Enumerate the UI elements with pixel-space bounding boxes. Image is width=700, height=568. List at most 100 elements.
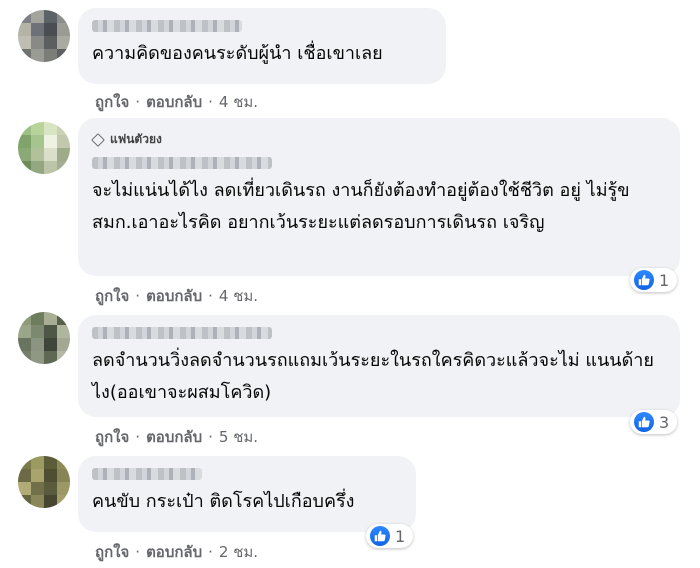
avatar-pixel — [57, 36, 70, 49]
reply-link[interactable]: ตอบกลับ — [146, 540, 202, 564]
avatar-pixel — [18, 135, 31, 148]
avatar-pixel — [18, 36, 31, 49]
avatar-pixel — [18, 495, 31, 508]
avatar-pixel — [44, 36, 57, 49]
commenter-name-blurred[interactable] — [92, 327, 272, 339]
like-reaction-icon — [634, 412, 654, 432]
like-link[interactable]: ถูกใจ — [95, 540, 129, 564]
avatar-pixel — [31, 135, 44, 148]
reply-link[interactable]: ตอบกลับ — [146, 425, 202, 449]
comment-bubble: ลดจำนวนวิ่งลดจำนวนรถแถมเว้นระยะในรถใครคิ… — [78, 315, 680, 417]
badge-label: แฟนตัวยง — [110, 132, 162, 146]
avatar-pixel — [57, 325, 70, 338]
avatar-pixel — [18, 23, 31, 36]
avatar-pixel — [44, 325, 57, 338]
reaction-count: 1 — [395, 526, 406, 546]
avatar-pixel — [44, 10, 57, 23]
avatar-pixel — [57, 312, 70, 325]
avatar-pixel — [31, 495, 44, 508]
comment-actions: ถูกใจ · ตอบกลับ · 2 ชม. — [95, 540, 258, 564]
avatar-pixel — [57, 161, 70, 174]
comment-time[interactable]: 5 ชม. — [219, 425, 258, 449]
reaction-summary[interactable]: 1 — [366, 524, 414, 548]
avatar-pixel — [44, 135, 57, 148]
comment-actions: ถูกใจ · ตอบกลับ · 5 ชม. — [95, 425, 258, 449]
avatar-pixel — [57, 482, 70, 495]
avatar-pixel — [18, 482, 31, 495]
avatar-pixel — [31, 49, 44, 62]
avatar-pixel — [57, 135, 70, 148]
avatar-pixel — [57, 10, 70, 23]
avatar-pixel — [31, 36, 44, 49]
commenter-name-blurred[interactable] — [92, 20, 242, 32]
comment-time[interactable]: 4 ชม. — [219, 284, 258, 308]
avatar-pixel — [44, 312, 57, 325]
avatar-pixel — [18, 148, 31, 161]
avatar-pixel — [31, 338, 44, 351]
separator-dot: · — [208, 543, 213, 561]
avatar-pixel — [31, 456, 44, 469]
comment-bubble: แฟนตัวยง จะไม่แน่นได้ไง ลดเที่ยวเดินรถ ง… — [78, 118, 680, 276]
avatar-pixel — [31, 482, 44, 495]
avatar-pixel — [57, 49, 70, 62]
reaction-count: 1 — [659, 270, 670, 290]
comment-actions: ถูกใจ · ตอบกลับ · 4 ชม. — [95, 284, 258, 308]
separator-dot: · — [208, 428, 213, 446]
avatar-pixel — [18, 456, 31, 469]
avatar-pixel — [44, 482, 57, 495]
separator-dot: · — [208, 287, 213, 305]
separator-dot: · — [135, 428, 141, 446]
avatar-pixel — [18, 325, 31, 338]
separator-dot: · — [135, 287, 141, 305]
avatar-pixel — [31, 469, 44, 482]
avatar-pixel — [44, 351, 57, 364]
comment-text: ความคิดของคนระดับผู้นำ เชื่อเขาเลย — [92, 43, 383, 64]
avatar-pixel — [44, 161, 57, 174]
avatar-pixel — [18, 312, 31, 325]
reaction-summary[interactable]: 1 — [630, 268, 678, 292]
separator-dot: · — [135, 543, 141, 561]
reply-link[interactable]: ตอบกลับ — [146, 284, 202, 308]
avatar-pixel — [57, 469, 70, 482]
avatar-pixel — [57, 122, 70, 135]
avatar[interactable] — [18, 10, 70, 62]
comment-time[interactable]: 4 ชม. — [219, 90, 258, 114]
separator-dot: · — [135, 93, 141, 111]
avatar-pixel — [44, 338, 57, 351]
avatar-pixel — [57, 456, 70, 469]
avatar-pixel — [18, 10, 31, 23]
avatar-pixel — [31, 23, 44, 36]
avatar-pixel — [18, 469, 31, 482]
avatar-pixel — [31, 312, 44, 325]
like-link[interactable]: ถูกใจ — [95, 284, 129, 308]
avatar-pixel — [31, 161, 44, 174]
comment-1: ความคิดของคนระดับผู้นำ เชื่อเขาเลย ถูกใจ… — [0, 0, 700, 111]
comment-text: ลดจำนวนวิ่งลดจำนวนรถแถมเว้นระยะในรถใครคิ… — [92, 350, 654, 403]
avatar-pixel — [57, 351, 70, 364]
avatar-pixel — [57, 338, 70, 351]
avatar-pixel — [57, 23, 70, 36]
separator-dot: · — [208, 93, 213, 111]
like-link[interactable]: ถูกใจ — [95, 90, 129, 114]
reaction-summary[interactable]: 3 — [630, 410, 678, 434]
commenter-name-blurred[interactable] — [92, 157, 272, 169]
avatar-pixel — [18, 351, 31, 364]
like-link[interactable]: ถูกใจ — [95, 425, 129, 449]
avatar-pixel — [31, 325, 44, 338]
like-reaction-icon — [634, 270, 654, 290]
comment-time[interactable]: 2 ชม. — [219, 540, 258, 564]
like-reaction-icon — [370, 526, 390, 546]
avatar-pixel — [44, 122, 57, 135]
avatar[interactable] — [18, 122, 70, 174]
avatar-pixel — [44, 23, 57, 36]
avatar[interactable] — [18, 456, 70, 508]
comment-actions: ถูกใจ · ตอบกลับ · 4 ชม. — [95, 90, 258, 114]
avatar-pixel — [31, 351, 44, 364]
comment-text: จะไม่แน่นได้ไง ลดเที่ยวเดินรถ งานก็ยังต้… — [92, 180, 630, 233]
avatar-pixel — [18, 161, 31, 174]
commenter-name-blurred[interactable] — [92, 468, 202, 480]
reply-link[interactable]: ตอบกลับ — [146, 90, 202, 114]
avatar[interactable] — [18, 312, 70, 364]
reaction-count: 3 — [659, 412, 670, 432]
avatar-pixel — [18, 122, 31, 135]
